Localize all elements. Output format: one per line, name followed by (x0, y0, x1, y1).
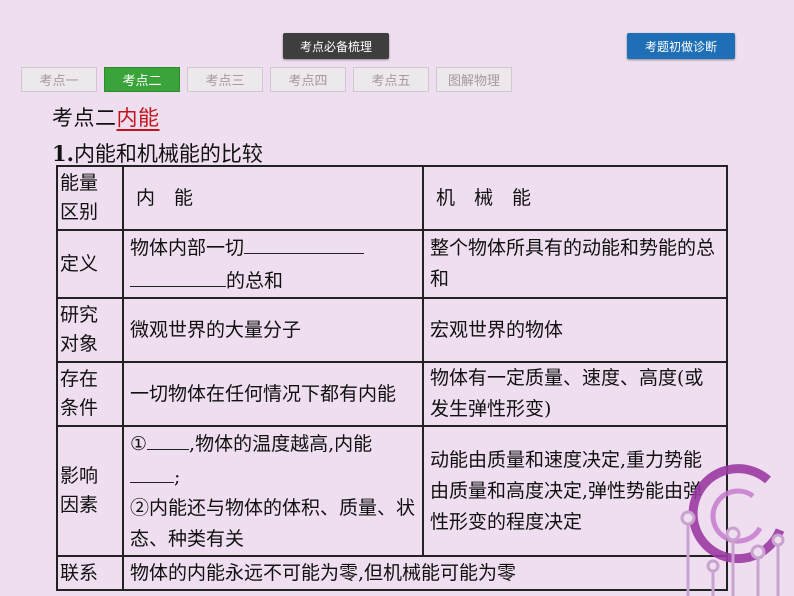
decorative-circuit-graphic (680, 464, 785, 596)
factors-internal-text3: ②内能还与物体的体积、质量、状态、种类有关 (130, 497, 416, 550)
row-label-research: 研究 对象 (56, 297, 124, 363)
header-label-line1: 能量 (60, 172, 99, 194)
diagnose-button[interactable]: 考题初做诊断 (627, 33, 735, 59)
subsection-heading: 1.内能和机械能的比较 (52, 138, 263, 168)
factors-internal-text2: ; (174, 466, 181, 488)
research-mechanical-cell: 宏观世界的物体 (422, 297, 728, 363)
research-label-line2: 对象 (60, 333, 99, 355)
tab-illustrated-physics[interactable]: 图解物理 (436, 67, 512, 92)
factors-internal-text1: ,物体的温度越高,内能 (189, 433, 373, 455)
research-internal-cell: 微观世界的大量分子 (122, 297, 424, 363)
heading-highlight: 内能 (116, 106, 160, 130)
answer-blank[interactable] (244, 231, 365, 254)
tab-topic-4[interactable]: 考点四 (270, 67, 346, 92)
section-heading: 考点二内能 (52, 102, 160, 132)
definition-internal-text2: 的总和 (226, 270, 284, 292)
research-label-line1: 研究 (60, 304, 99, 326)
condition-label-line1: 存在 (60, 368, 99, 390)
relation-cell: 物体的内能永远不可能为零,但机械能可能为零 (122, 555, 728, 591)
definition-internal-text1: 物体内部一切 (130, 237, 245, 259)
condition-mechanical-cell: 物体有一定质量、速度、高度(或发生弹性形变) (422, 361, 728, 427)
subheading-number: 1. (52, 141, 74, 166)
tab-topic-3[interactable]: 考点三 (187, 67, 263, 92)
tab-topic-5[interactable]: 考点五 (353, 67, 429, 92)
table-row-relation: 联系 物体的内能永远不可能为零,但机械能可能为零 (56, 555, 728, 591)
table-header-row: 能量 区别 内 能 机 械 能 (56, 165, 728, 231)
definition-internal-cell: 物体内部一切的总和 (122, 229, 424, 299)
definition-mechanical-cell: 整个物体所具有的动能和势能的总和 (422, 229, 728, 299)
factors-label-line1: 影响 (60, 465, 99, 487)
tab-topic-1[interactable]: 考点一 (21, 67, 97, 92)
factors-internal-cell: ① ,物体的温度越高,内能; ②内能还与物体的体积、质量、状态、种类有关 (122, 425, 424, 557)
table-row-condition: 存在 条件 一切物体在任何情况下都有内能 物体有一定质量、速度、高度(或发生弹性… (56, 361, 728, 427)
row-label-condition: 存在 条件 (56, 361, 124, 427)
condition-label-line2: 条件 (60, 397, 99, 419)
answer-blank[interactable] (130, 264, 226, 287)
row-label-relation: 联系 (56, 555, 124, 591)
header-label-line2: 区别 (60, 201, 99, 223)
header-label-cell: 能量 区别 (56, 165, 124, 231)
table-row-definition: 定义 物体内部一切的总和 整个物体所具有的动能和势能的总和 (56, 229, 728, 299)
answer-blank[interactable] (130, 460, 174, 483)
table-row-factors: 影响 因素 ① ,物体的温度越高,内能; ②内能还与物体的体积、质量、状态、种类有关… (56, 425, 728, 557)
comparison-table: 能量 区别 内 能 机 械 能 定义 物体内部一切的总和 整个物体所具有的动能和… (56, 165, 728, 591)
tab-topic-2[interactable]: 考点二 (104, 67, 180, 92)
row-label-factors: 影响 因素 (56, 425, 124, 557)
row-label-definition: 定义 (56, 229, 124, 299)
answer-blank[interactable] (147, 427, 190, 450)
center-title-tab[interactable]: 考点必备梳理 (283, 33, 389, 59)
table-row-research: 研究 对象 微观世界的大量分子 宏观世界的物体 (56, 297, 728, 363)
subheading-text: 内能和机械能的比较 (73, 142, 263, 166)
header-internal-energy: 内 能 (122, 165, 424, 231)
header-mechanical-energy: 机 械 能 (422, 165, 728, 231)
heading-prefix: 考点二 (52, 106, 117, 130)
factors-label-line2: 因素 (60, 494, 99, 516)
factors-internal-marker: ① (130, 433, 148, 455)
condition-internal-cell: 一切物体在任何情况下都有内能 (122, 361, 424, 427)
